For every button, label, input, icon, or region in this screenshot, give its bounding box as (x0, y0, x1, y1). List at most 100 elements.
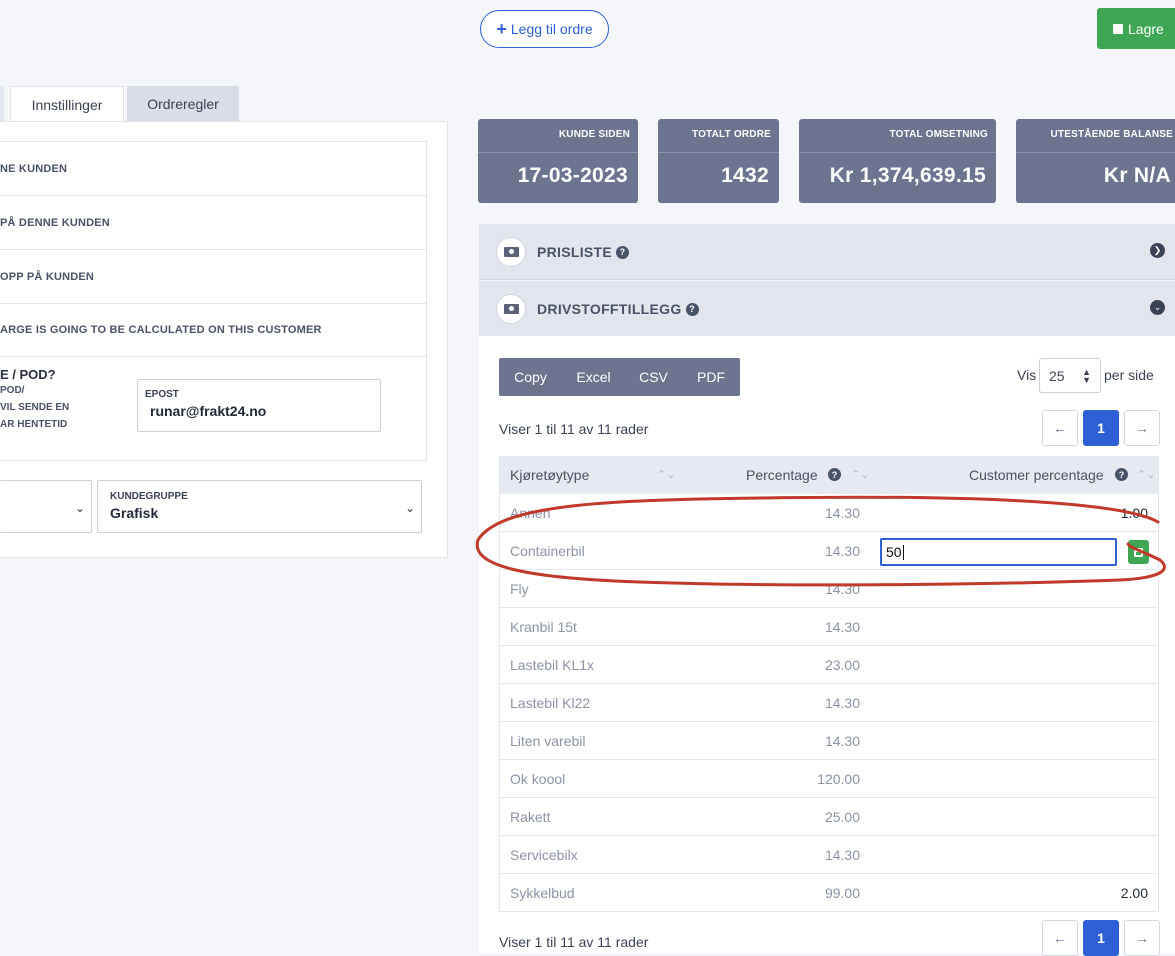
cell-type: Lastebil KL1x (510, 657, 595, 673)
chevron-down-icon: ⌄ (1150, 300, 1165, 315)
stat-label: UTESTÅENDE BALANSE (1050, 129, 1173, 140)
arrow-left-icon: ← (1053, 930, 1067, 946)
input-value: 50 (886, 544, 902, 560)
save-row-button[interactable] (1128, 540, 1149, 564)
chevron-down-icon: ⌄ (74, 501, 85, 515)
cell-customer-percentage[interactable]: 2.00 (1121, 885, 1148, 901)
sort-icon[interactable]: ⌃⌄ (657, 468, 675, 481)
kundegruppe-select[interactable]: KUNDEGRUPPE Grafisk ⌄ (97, 480, 422, 533)
header-kjoretoytype[interactable]: Kjøretøytype (510, 467, 589, 483)
table-row[interactable]: Fly 14.30 (500, 570, 1158, 608)
table-row[interactable]: Liten varebil 14.30 (500, 722, 1158, 760)
cell-type: Annen (510, 505, 551, 521)
pod-line-1: POD/ (0, 385, 25, 396)
table-row[interactable]: Annen 14.30 1.00 (500, 494, 1158, 532)
setting-row-2[interactable]: PÅ DENNE KUNDEN (0, 196, 426, 250)
prev-page-button[interactable]: ← (1042, 410, 1078, 446)
stat-value: Kr N/A (1103, 164, 1171, 187)
copy-button[interactable]: Copy (499, 358, 562, 396)
fuel-table: Kjøretøytype ⌃⌄ Percentage ? ⌃⌄ Customer… (499, 456, 1159, 912)
cell-percentage: 14.30 (824, 733, 860, 749)
add-order-button[interactable]: + Legg til ordre (480, 10, 609, 48)
help-icon[interactable]: ? (828, 468, 841, 481)
tab-ordreregler[interactable]: Ordreregler (127, 86, 239, 122)
stat-utestaende-balanse: UTESTÅENDE BALANSE Kr N/A (1016, 119, 1175, 203)
chevron-down-icon: ⌄ (404, 501, 415, 515)
help-icon[interactable]: ? (1115, 468, 1128, 481)
cell-customer-percentage[interactable]: 1.00 (1121, 505, 1148, 521)
floppy-icon (1113, 23, 1123, 34)
save-button[interactable]: Lagre (1097, 8, 1175, 49)
prev-page-button[interactable]: ← (1042, 920, 1078, 956)
cell-type: Sykkelbud (510, 885, 575, 901)
rows-info-bottom: Viser 1 til 11 av 11 rader (499, 934, 649, 950)
cell-type: Rakett (510, 809, 551, 825)
stat-totalt-ordre: TOTALT ORDRE 1432 (658, 119, 779, 203)
page-1-button[interactable]: 1 (1083, 410, 1119, 446)
accordion-prisliste[interactable]: PRISLISTE? ❯ (479, 224, 1175, 280)
cell-type: Fly (510, 581, 529, 597)
table-header: Kjøretøytype ⌃⌄ Percentage ? ⌃⌄ Customer… (500, 456, 1158, 494)
tab-innstillinger[interactable]: Innstillinger (10, 86, 124, 122)
help-icon[interactable]: ? (616, 245, 630, 259)
next-page-button[interactable]: → (1124, 410, 1160, 446)
left-select[interactable]: ⌄ (0, 480, 92, 533)
cell-type: Kranbil 15t (510, 619, 577, 635)
cell-percentage: 25.00 (824, 809, 860, 825)
csv-button[interactable]: CSV (625, 358, 682, 396)
table-row[interactable]: Rakett 25.00 (500, 798, 1158, 836)
setting-label: ARGE IS GOING TO BE CALCULATED ON THIS C… (0, 324, 322, 336)
page-number: 1 (1097, 420, 1105, 436)
table-row[interactable]: Lastebil KL1x 23.00 (500, 646, 1158, 684)
setting-label: PÅ DENNE KUNDEN (0, 216, 110, 229)
setting-label: OPP PÅ KUNDEN (0, 270, 95, 283)
accordion-title: DRIVSTOFFTILLEGG (537, 301, 682, 317)
header-customer-percentage[interactable]: Customer percentage (969, 467, 1104, 483)
stat-label: TOTAL OMSETNING (889, 129, 988, 140)
epost-value: runar@frakt24.no (150, 403, 267, 419)
arrow-right-icon: → (1135, 420, 1149, 436)
table-row[interactable]: Kranbil 15t 14.30 (500, 608, 1158, 646)
page-number: 1 (1097, 930, 1105, 946)
arrow-left-icon: ← (1053, 420, 1067, 436)
next-page-button[interactable]: → (1124, 920, 1160, 956)
help-icon[interactable]: ? (685, 302, 699, 316)
excel-button[interactable]: Excel (562, 358, 625, 396)
table-row[interactable]: Ok koool 120.00 (500, 760, 1158, 798)
stat-label: KUNDE SIDEN (558, 129, 630, 140)
sort-arrows-icon: ▲ ▼ (1082, 367, 1091, 385)
kundegruppe-value: Grafisk (110, 505, 159, 521)
header-percentage[interactable]: Percentage (746, 467, 818, 483)
accordion-title: PRISLISTE (537, 244, 613, 260)
chevron-right-icon: ❯ (1150, 243, 1165, 258)
setting-row-3[interactable]: OPP PÅ KUNDEN (0, 250, 426, 304)
plus-icon: + (496, 19, 507, 39)
table-row[interactable]: Servicebilx 14.30 (500, 836, 1158, 874)
tab-partial[interactable] (0, 86, 4, 122)
cell-percentage: 14.30 (824, 619, 860, 635)
stat-value: 1432 (721, 164, 769, 187)
table-row[interactable]: Containerbil 14.30 50 (500, 532, 1158, 570)
table-row[interactable]: Lastebil Kl22 14.30 (500, 684, 1158, 722)
setting-row-4[interactable]: ARGE IS GOING TO BE CALCULATED ON THIS C… (0, 304, 426, 357)
sort-icon[interactable]: ⌃⌄ (1137, 468, 1155, 481)
pdf-button[interactable]: PDF (682, 358, 740, 396)
accordion-drivstofftillegg[interactable]: DRIVSTOFFTILLEGG? ⌄ (479, 281, 1175, 337)
page-1-button[interactable]: 1 (1083, 920, 1119, 956)
epost-label: EPOST (145, 389, 179, 400)
cell-percentage: 120.00 (817, 771, 860, 787)
money-icon (496, 237, 526, 267)
vis-label: Vis (1017, 367, 1037, 383)
page-size-select[interactable]: 25 ▲ ▼ (1039, 358, 1101, 393)
add-order-label: Legg til ordre (510, 21, 593, 37)
customer-percentage-input[interactable]: 50 (880, 538, 1117, 566)
table-row[interactable]: Sykkelbud 99.00 2.00 (500, 874, 1158, 912)
cell-type: Liten varebil (510, 733, 586, 749)
stat-label: TOTALT ORDRE (691, 129, 771, 140)
sort-icon[interactable]: ⌃⌄ (851, 468, 869, 481)
pod-line-3: AR HENTETID (0, 419, 68, 430)
cell-percentage: 14.30 (824, 695, 860, 711)
setting-row-1[interactable]: NE KUNDEN (0, 142, 426, 196)
stat-total-omsetning: TOTAL OMSETNING Kr 1,374,639.15 (799, 119, 996, 203)
pod-title: E / POD? (0, 367, 56, 382)
